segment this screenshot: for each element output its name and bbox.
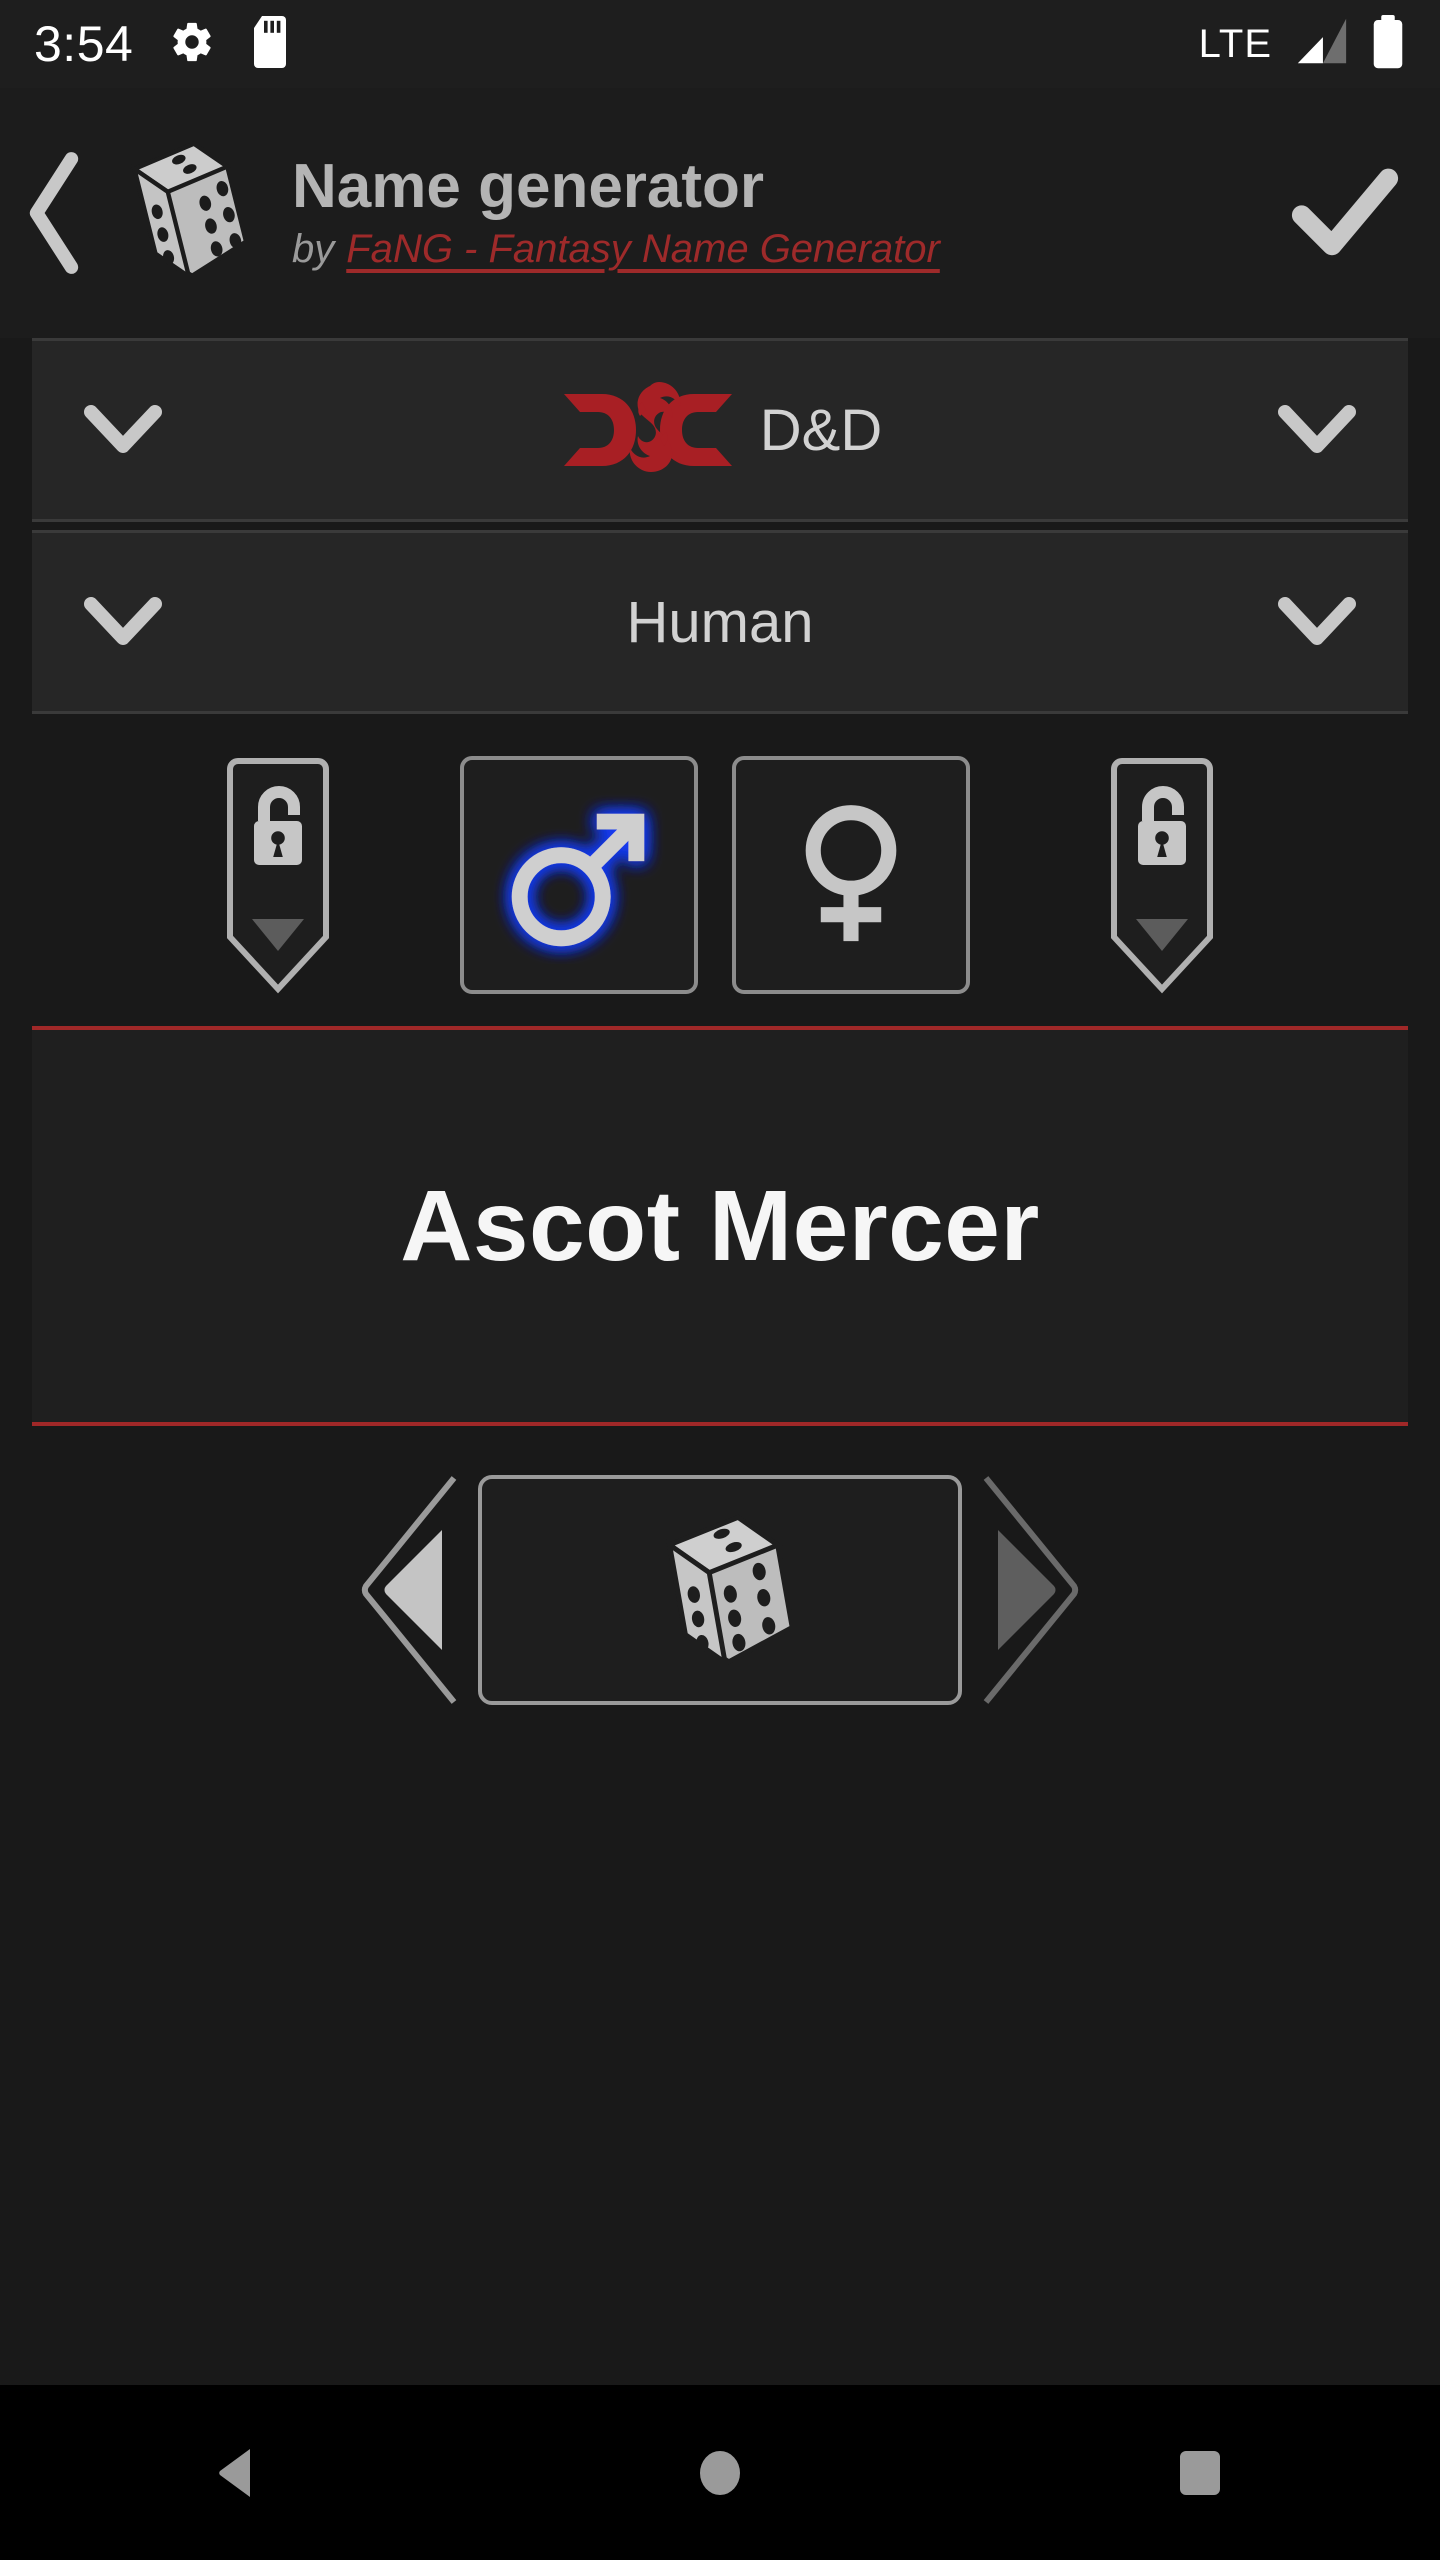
byline: by FaNG - Fantasy Name Generator [292,227,1270,272]
chevron-down-icon[interactable] [1272,385,1362,475]
generate-name-button[interactable] [478,1475,962,1705]
female-gender-icon [805,805,897,942]
app-screen: 3:54 LTE Name generator by FaNG - Fantas… [0,0,1440,2560]
status-left-icon-group [169,15,291,73]
sd-card-icon [249,15,291,73]
unlocked-padlock-tag-icon[interactable] [1110,753,1214,997]
generated-name-text: Ascot Mercer [400,1169,1040,1282]
gender-selection-row [0,740,1440,1010]
app-header: Name generator by FaNG - Fantasy Name Ge… [0,88,1440,338]
female-gender-button[interactable] [732,756,970,994]
unlocked-padlock-tag-icon[interactable] [226,753,330,997]
universe-selector[interactable]: D&D [32,338,1408,522]
chevron-down-icon[interactable] [78,385,168,475]
checkmark-icon[interactable] [1280,148,1410,278]
status-right-icon-group: LTE [1198,14,1406,74]
universe-selector-content: D&D [168,380,1272,480]
back-chevron-icon[interactable] [18,143,90,283]
nav-home-icon[interactable] [650,2418,790,2528]
byline-prefix: by [292,227,335,272]
chevron-down-icon[interactable] [78,577,168,667]
page-title: Name generator [292,151,765,221]
male-gender-icon [511,813,645,947]
previous-arrow-icon[interactable] [350,1470,470,1710]
status-clock: 3:54 [34,16,134,72]
signal-bars-icon [1292,16,1350,73]
status-bar: 3:54 LTE [0,0,1440,88]
dnd-logo-icon [558,380,738,480]
network-type-label: LTE [1198,21,1272,66]
race-selector-label: Human [626,589,814,655]
universe-selector-label: D&D [759,397,883,463]
dice-icon [96,129,264,297]
chevron-down-icon[interactable] [1272,577,1362,667]
battery-full-icon [1370,14,1406,74]
gear-icon [169,19,215,70]
generator-controls [0,1460,1440,1720]
generated-name-panel[interactable]: Ascot Mercer [32,1026,1408,1426]
header-text-block: Name generator by FaNG - Fantasy Name Ge… [292,151,1270,273]
nav-recents-icon[interactable] [1130,2418,1270,2528]
author-link[interactable]: FaNG - Fantasy Name Generator [346,227,940,272]
race-selector[interactable]: Human [32,530,1408,714]
male-gender-button[interactable] [460,756,698,994]
race-selector-content: Human [168,589,1272,656]
next-arrow-icon[interactable] [970,1470,1090,1710]
nav-back-icon[interactable] [170,2418,310,2528]
dice-icon [664,1514,795,1668]
android-navigation-bar [0,2385,1440,2560]
